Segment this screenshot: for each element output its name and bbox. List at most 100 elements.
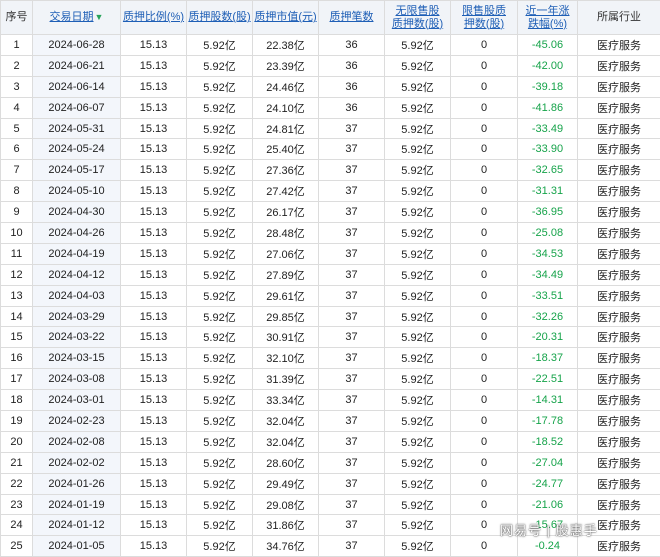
cell-pledge-shares: 5.92亿 (187, 118, 253, 139)
cell-one-year-change: -41.86 (518, 97, 578, 118)
cell-index: 21 (1, 452, 33, 473)
cell-unrestricted-pledged: 5.92亿 (385, 181, 451, 202)
cell-pledge-count: 37 (319, 139, 385, 160)
cell-index: 20 (1, 431, 33, 452)
cell-pledge-market-value: 26.17亿 (253, 202, 319, 223)
cell-industry: 医疗服务 (578, 160, 660, 181)
cell-pledge-ratio: 15.13 (121, 76, 187, 97)
cell-industry: 医疗服务 (578, 223, 660, 244)
cell-restricted-pledged: 0 (451, 264, 518, 285)
table-row: 192024-02-2315.135.92亿32.04亿375.92亿0-17.… (1, 411, 660, 432)
cell-one-year-change: -27.04 (518, 452, 578, 473)
cell-restricted-pledged: 0 (451, 285, 518, 306)
cell-pledge-market-value: 24.10亿 (253, 97, 319, 118)
cell-one-year-change: -42.00 (518, 55, 578, 76)
cell-unrestricted-pledged: 5.92亿 (385, 369, 451, 390)
cell-trade-date: 2024-05-17 (33, 160, 121, 181)
cell-index: 23 (1, 494, 33, 515)
cell-pledge-shares: 5.92亿 (187, 411, 253, 432)
cell-index: 24 (1, 515, 33, 536)
cell-unrestricted-pledged: 5.92亿 (385, 97, 451, 118)
cell-restricted-pledged: 0 (451, 160, 518, 181)
cell-unrestricted-pledged: 5.92亿 (385, 202, 451, 223)
cell-restricted-pledged: 0 (451, 473, 518, 494)
col-header-index: 序号 (1, 1, 33, 35)
cell-pledge-shares: 5.92亿 (187, 452, 253, 473)
cell-index: 12 (1, 264, 33, 285)
cell-restricted-pledged: 0 (451, 327, 518, 348)
cell-restricted-pledged: 0 (451, 202, 518, 223)
table-row: 212024-02-0215.135.92亿28.60亿375.92亿0-27.… (1, 452, 660, 473)
cell-restricted-pledged: 0 (451, 348, 518, 369)
cell-trade-date: 2024-04-03 (33, 285, 121, 306)
cell-industry: 医疗服务 (578, 97, 660, 118)
cell-unrestricted-pledged: 5.92亿 (385, 327, 451, 348)
cell-pledge-count: 37 (319, 452, 385, 473)
col-header-pledge-shares[interactable]: 质押股数(股) (187, 1, 253, 35)
cell-index: 10 (1, 223, 33, 244)
cell-pledge-count: 37 (319, 348, 385, 369)
cell-pledge-shares: 5.92亿 (187, 223, 253, 244)
col-header-one-year-change[interactable]: 近一年涨 跌幅(%) (518, 1, 578, 35)
cell-industry: 医疗服务 (578, 411, 660, 432)
cell-pledge-market-value: 33.34亿 (253, 390, 319, 411)
table-row: 182024-03-0115.135.92亿33.34亿375.92亿0-14.… (1, 390, 660, 411)
table-row: 172024-03-0815.135.92亿31.39亿375.92亿0-22.… (1, 369, 660, 390)
cell-index: 22 (1, 473, 33, 494)
cell-restricted-pledged: 0 (451, 76, 518, 97)
watermark: 网易号 | 股惠手 (500, 520, 598, 539)
table-row: 12024-06-2815.135.92亿22.38亿365.92亿0-45.0… (1, 35, 660, 56)
cell-pledge-count: 37 (319, 285, 385, 306)
cell-one-year-change: -36.95 (518, 202, 578, 223)
col-header-pledge-market-value[interactable]: 质押市值(元) (253, 1, 319, 35)
cell-index: 2 (1, 55, 33, 76)
cell-pledge-market-value: 28.48亿 (253, 223, 319, 244)
cell-trade-date: 2024-06-28 (33, 35, 121, 56)
cell-pledge-shares: 5.92亿 (187, 390, 253, 411)
cell-pledge-count: 37 (319, 181, 385, 202)
cell-pledge-market-value: 31.39亿 (253, 369, 319, 390)
col-header-unrestricted-pledged[interactable]: 无限售股 质押数(股) (385, 1, 451, 35)
cell-pledge-ratio: 15.13 (121, 118, 187, 139)
col-header-pledge-count[interactable]: 质押笔数 (319, 1, 385, 35)
table-row: 232024-01-1915.135.92亿29.08亿375.92亿0-21.… (1, 494, 660, 515)
cell-unrestricted-pledged: 5.92亿 (385, 285, 451, 306)
cell-industry: 医疗服务 (578, 348, 660, 369)
cell-industry: 医疗服务 (578, 327, 660, 348)
cell-industry: 医疗服务 (578, 55, 660, 76)
cell-unrestricted-pledged: 5.92亿 (385, 536, 451, 557)
cell-trade-date: 2024-06-07 (33, 97, 121, 118)
cell-pledge-shares: 5.92亿 (187, 494, 253, 515)
cell-industry: 医疗服务 (578, 285, 660, 306)
cell-pledge-count: 37 (319, 327, 385, 348)
col-header-trade-date[interactable]: 交易日期▼ (33, 1, 121, 35)
cell-trade-date: 2024-01-12 (33, 515, 121, 536)
cell-pledge-ratio: 15.13 (121, 327, 187, 348)
cell-restricted-pledged: 0 (451, 223, 518, 244)
cell-pledge-ratio: 15.13 (121, 390, 187, 411)
cell-pledge-ratio: 15.13 (121, 452, 187, 473)
cell-industry: 医疗服务 (578, 139, 660, 160)
cell-index: 15 (1, 327, 33, 348)
cell-trade-date: 2024-01-26 (33, 473, 121, 494)
col-header-pledge-ratio[interactable]: 质押比例(%) (121, 1, 187, 35)
sort-desc-icon[interactable]: ▼ (95, 12, 104, 22)
cell-trade-date: 2024-01-05 (33, 536, 121, 557)
cell-pledge-shares: 5.92亿 (187, 348, 253, 369)
cell-pledge-market-value: 27.42亿 (253, 181, 319, 202)
cell-pledge-market-value: 29.08亿 (253, 494, 319, 515)
cell-pledge-count: 37 (319, 202, 385, 223)
table-row: 72024-05-1715.135.92亿27.36亿375.92亿0-32.6… (1, 160, 660, 181)
cell-one-year-change: -20.31 (518, 327, 578, 348)
cell-unrestricted-pledged: 5.92亿 (385, 473, 451, 494)
cell-industry: 医疗服务 (578, 202, 660, 223)
cell-restricted-pledged: 0 (451, 55, 518, 76)
cell-index: 13 (1, 285, 33, 306)
cell-pledge-ratio: 15.13 (121, 35, 187, 56)
table-row: 162024-03-1515.135.92亿32.10亿375.92亿0-18.… (1, 348, 660, 369)
cell-unrestricted-pledged: 5.92亿 (385, 223, 451, 244)
cell-one-year-change: -32.26 (518, 306, 578, 327)
cell-one-year-change: -39.18 (518, 76, 578, 97)
cell-pledge-ratio: 15.13 (121, 160, 187, 181)
col-header-restricted-pledged[interactable]: 限售股质 押数(股) (451, 1, 518, 35)
